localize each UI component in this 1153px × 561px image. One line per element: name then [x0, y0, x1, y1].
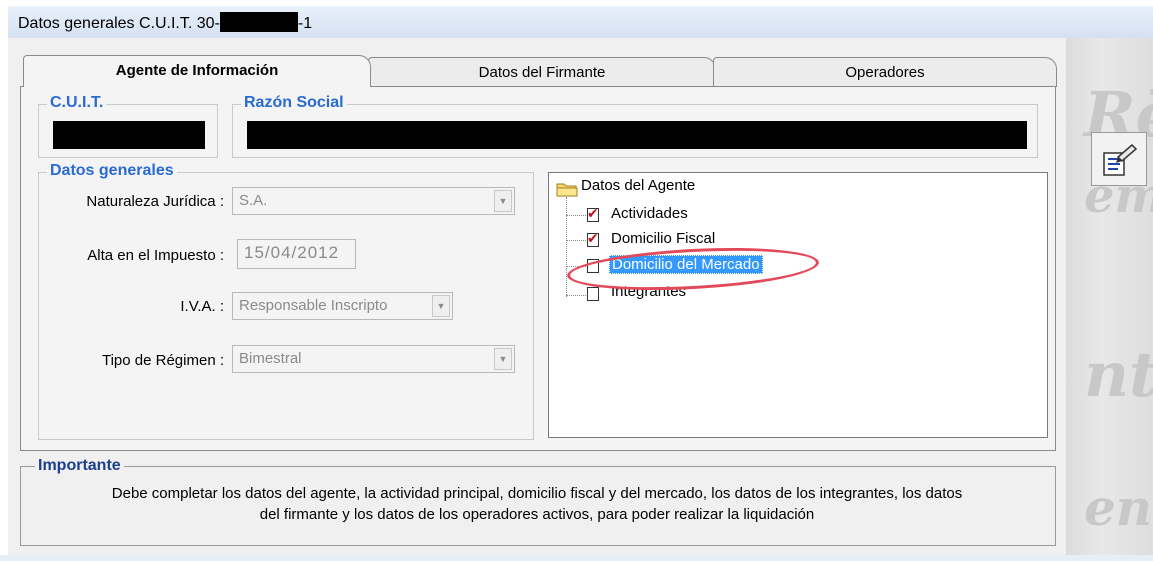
alta-value: 15/04/2012	[244, 243, 340, 262]
edit-button[interactable]	[1091, 132, 1147, 186]
alta-label: Alta en el Impuesto :	[87, 247, 224, 264]
tab-datos-firmante[interactable]: Datos del Firmante	[368, 57, 716, 87]
checkmark-icon: ✔	[587, 230, 599, 246]
importante-line-2: del firmante y los datos de los operador…	[259, 506, 815, 523]
tab-operadores[interactable]: Operadores	[713, 57, 1057, 87]
cuit-field-redacted[interactable]	[53, 121, 205, 149]
iva-label: I.V.A. :	[180, 298, 224, 315]
cuit-legend: C.U.I.T.	[47, 94, 107, 112]
cuit-group: C.U.I.T.	[38, 94, 218, 158]
alta-date-field[interactable]: 15/04/2012	[237, 239, 356, 269]
importante-legend: Importante	[35, 457, 124, 475]
regimen-label: Tipo de Régimen :	[101, 352, 224, 369]
iva-select[interactable]: Responsable Inscripto ▼	[232, 292, 453, 320]
tree-connector	[566, 197, 567, 297]
tab-label: Datos del Firmante	[478, 64, 606, 81]
folder-icon	[556, 181, 578, 201]
iva-value: Responsable Inscripto	[239, 297, 388, 314]
title-prefix: Datos generales C.U.I.T. 30-	[18, 15, 220, 32]
window-title: Datos generales C.U.I.T. 30- -1	[18, 12, 312, 33]
chevron-down-icon[interactable]: ▼	[432, 295, 450, 317]
tab-label: Agente de Información	[115, 62, 279, 79]
checkbox-integrantes[interactable]	[587, 287, 599, 301]
tab-label: Operadores	[845, 64, 925, 81]
datos-agente-tree[interactable]: Datos del Agente ✔ Actividades ✔ Domicil…	[548, 172, 1048, 438]
importante-line-1: Debe completar los datos del agente, la …	[111, 485, 963, 502]
regimen-select[interactable]: Bimestral ▼	[232, 345, 515, 373]
razon-social-field-redacted[interactable]	[247, 121, 1027, 149]
tree-root-label[interactable]: Datos del Agente	[581, 177, 695, 194]
checkbox-actividades[interactable]: ✔	[587, 205, 599, 222]
redacted-cuit	[219, 12, 298, 32]
chevron-down-icon[interactable]: ▼	[494, 348, 512, 370]
importante-message: Debe completar los datos del agente, la …	[31, 483, 1043, 525]
tree-item-domicilio-fiscal[interactable]: Domicilio Fiscal	[611, 230, 715, 247]
naturaleza-select[interactable]: S.A. ▼	[232, 187, 515, 215]
tree-item-actividades[interactable]: Actividades	[611, 205, 688, 222]
importante-group: Importante Debe completar los datos del …	[20, 457, 1056, 546]
razon-social-legend: Razón Social	[241, 94, 347, 112]
naturaleza-value: S.A.	[239, 192, 268, 209]
edit-document-icon	[1102, 143, 1138, 181]
regimen-value: Bimestral	[239, 350, 302, 367]
naturaleza-label: Naturaleza Jurídica :	[86, 193, 224, 210]
datos-generales-legend: Datos generales	[47, 162, 177, 180]
title-suffix: -1	[297, 15, 313, 32]
window-titlebar: Datos generales C.U.I.T. 30- -1	[8, 6, 1153, 39]
chevron-down-icon[interactable]: ▼	[494, 190, 512, 212]
razon-social-group: Razón Social	[232, 94, 1038, 158]
tab-agente-informacion[interactable]: Agente de Información	[23, 55, 371, 87]
window-bottom-edge	[0, 555, 1153, 561]
checkmark-icon: ✔	[587, 205, 599, 221]
checkbox-domicilio-fiscal[interactable]: ✔	[587, 230, 599, 247]
watermark-logo-strip: Rē ema nt ent	[1066, 38, 1153, 555]
